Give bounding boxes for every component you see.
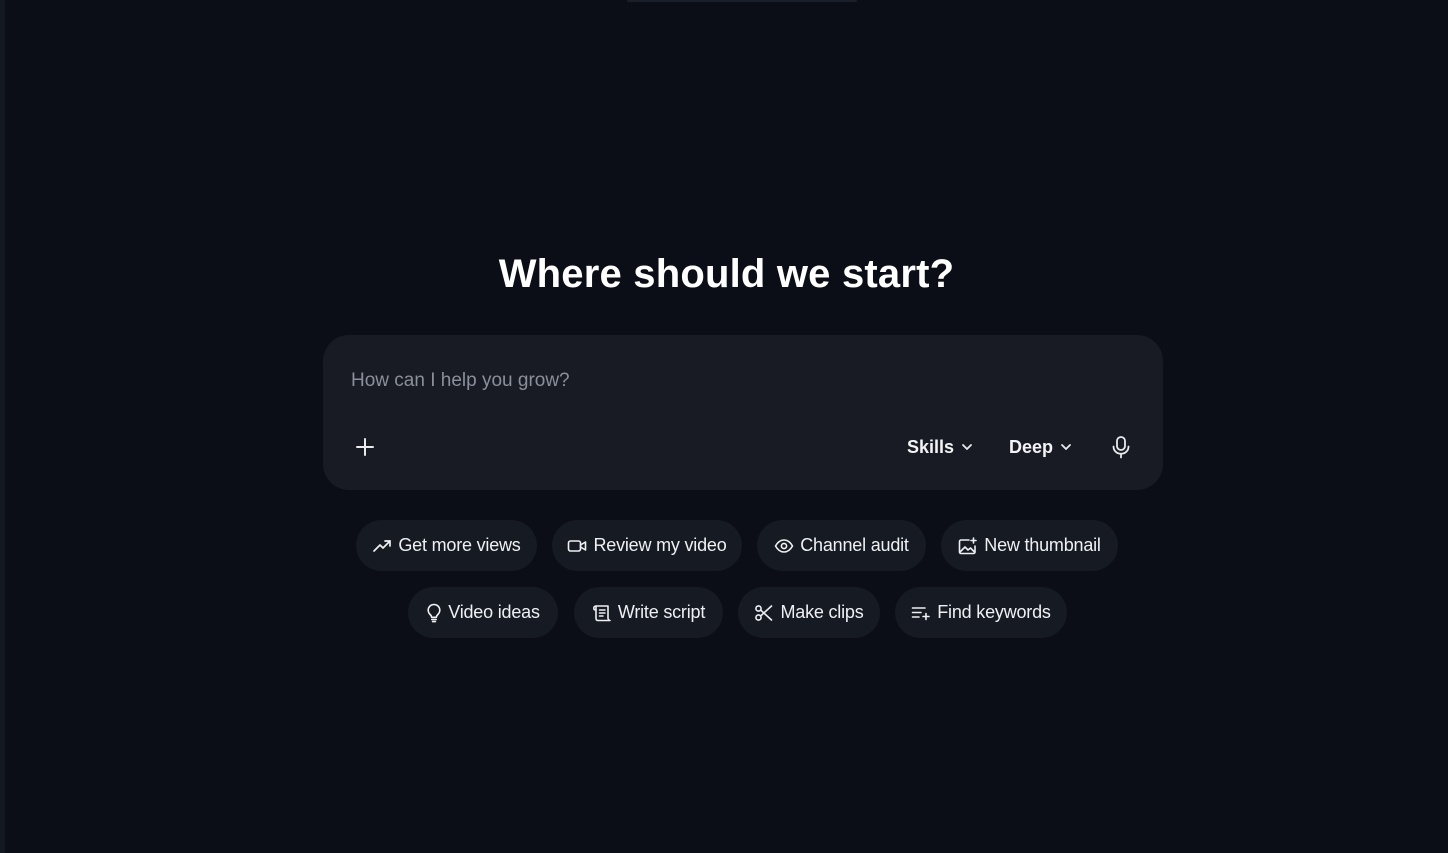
suggestion-label: Video ideas	[448, 602, 540, 622]
suggestion-channel-audit[interactable]: Channel audit	[757, 520, 926, 571]
chevron-down-icon	[1061, 444, 1071, 450]
app-page: Where should we start? Skills Deep	[0, 0, 1448, 853]
image-sparkle-icon	[958, 536, 978, 554]
suggestion-write-script[interactable]: Write script	[574, 587, 723, 638]
scroll-icon	[592, 604, 611, 621]
depth-dropdown[interactable]: Deep	[1009, 433, 1073, 461]
suggestion-label: Channel audit	[800, 535, 909, 555]
suggestion-video-ideas[interactable]: Video ideas	[408, 587, 558, 638]
add-attachment-button[interactable]	[349, 431, 381, 463]
suggestion-review-my-video[interactable]: Review my video	[552, 520, 742, 571]
suggestion-label: Find keywords	[937, 602, 1051, 622]
skills-label: Skills	[907, 436, 955, 457]
video-camera-icon	[568, 539, 587, 552]
suggestion-new-thumbnail[interactable]: New thumbnail	[941, 520, 1118, 571]
suggestion-label: Get more views	[398, 535, 521, 555]
skills-dropdown[interactable]: Skills	[907, 433, 974, 461]
suggestion-make-clips[interactable]: Make clips	[738, 587, 880, 638]
chevron-down-icon	[962, 444, 972, 450]
scissors-icon	[755, 604, 773, 621]
page-title: Where should we start?	[498, 252, 955, 296]
suggestion-label: Review my video	[593, 535, 727, 555]
suggestion-find-keywords[interactable]: Find keywords	[895, 587, 1067, 638]
lightbulb-icon	[427, 603, 441, 622]
prompt-composer: Skills Deep	[323, 335, 1163, 490]
prompt-input[interactable]	[351, 365, 1131, 397]
list-plus-icon	[911, 606, 931, 620]
trending-up-icon	[373, 539, 392, 552]
plus-icon	[356, 438, 374, 456]
microphone-icon	[1112, 436, 1130, 459]
top-handle	[627, 0, 857, 2]
depth-label: Deep	[1009, 436, 1054, 457]
suggestion-get-more-views[interactable]: Get more views	[356, 520, 537, 571]
suggestion-label: New thumbnail	[984, 535, 1101, 555]
suggestion-label: Write script	[617, 602, 706, 622]
suggestion-label: Make clips	[780, 602, 864, 622]
microphone-button[interactable]	[1105, 431, 1137, 463]
eye-icon	[774, 538, 794, 553]
